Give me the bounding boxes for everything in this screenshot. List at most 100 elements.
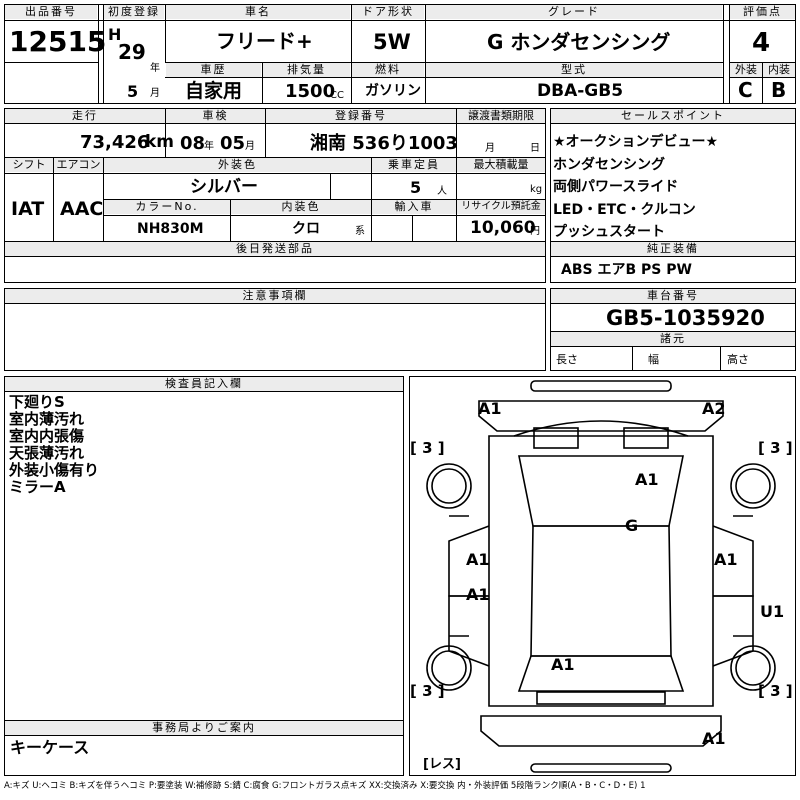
history-label: 車歴 — [166, 63, 261, 77]
sales-points-label: セールスポイント — [551, 109, 795, 123]
interior-label: 内装 — [763, 63, 795, 77]
door-type: 5W — [373, 30, 411, 54]
dims-label: 諸元 — [551, 332, 795, 346]
inspector-note: 室内内張傷 — [9, 427, 85, 445]
cautions-label: 注意事項欄 — [5, 289, 545, 303]
score: 4 — [752, 28, 771, 58]
cc-unit: CC — [330, 90, 344, 101]
inspection-label: 車検 — [166, 109, 265, 123]
lot-no-label: 出品番号 — [5, 5, 97, 19]
chassis-label: 車台番号 — [551, 289, 795, 303]
inspector-note: ミラーA — [9, 478, 66, 496]
damage-mark: A1 — [478, 399, 502, 418]
first-reg-year: 29 — [118, 40, 146, 64]
sales-point: 両側パワースライド — [553, 179, 679, 195]
inspection-year: 08 — [180, 133, 206, 154]
sales-points-list: ★オークションデビュー★ ホンダセンシング 両側パワースライド LED・ETC・… — [553, 131, 718, 244]
mileage: 73,426 — [80, 132, 150, 153]
inspection-month-unit: 月 — [245, 141, 255, 152]
sales-point: ★オークションデビュー★ — [553, 134, 719, 150]
first-reg-month: 5 — [127, 82, 139, 101]
car-name: フリード+ — [216, 29, 313, 53]
km-unit: km — [145, 132, 175, 152]
inspector-notes: 下廻りS 室内薄汚れ 室内内張傷 天張薄汚れ 外装小傷有り ミラーA — [9, 394, 99, 496]
car-diagram — [426, 380, 776, 773]
later-parts-label: 後日発送部品 — [5, 242, 545, 256]
color-no: NH830M — [137, 221, 204, 237]
inspector-note: 天張薄汚れ — [9, 444, 85, 462]
ext-color-label: 外装色 — [104, 158, 371, 172]
int-color: クロ — [292, 221, 320, 237]
tire-depth: [ 3 ] — [758, 439, 793, 457]
damage-mark: U1 — [760, 602, 785, 621]
genuine-label: 純正装備 — [551, 242, 795, 256]
recycle-label: リサイクル預託金 — [457, 200, 545, 214]
tire-depth: [ 3 ] — [758, 682, 793, 700]
grade-label: グレード — [426, 5, 722, 19]
people-unit: 人 — [437, 186, 447, 197]
shift-label: シフト — [5, 158, 53, 172]
first-reg-label: 初度登録 — [104, 5, 164, 19]
sales-point: ホンダセンシング — [553, 156, 665, 173]
reg-no-label: 登録番号 — [266, 109, 456, 123]
fuel-label: 燃料 — [352, 63, 424, 77]
transfer-month: 月 — [485, 143, 495, 154]
transfer-day: 日 — [530, 143, 540, 154]
kg-unit: kg — [530, 184, 543, 195]
inspector-label: 検査員記入欄 — [5, 377, 403, 391]
spare-tire: [レス] — [423, 757, 461, 772]
damage-mark: A1 — [551, 655, 575, 674]
int-color-label: 内装色 — [231, 200, 371, 214]
sales-point: LED・ETC・クルコン — [553, 201, 696, 218]
damage-mark: A1 — [635, 470, 659, 489]
office-note: キーケース — [10, 738, 90, 757]
inspection-year-unit: 年 — [204, 141, 214, 152]
damage-mark: A1 — [714, 550, 738, 569]
width-label: 幅 — [648, 353, 659, 366]
displacement: 1500 — [285, 81, 336, 102]
door-label: ドア形状 — [352, 5, 424, 19]
inspector-note: 下廻りS — [9, 393, 65, 411]
height-label: 高さ — [727, 353, 749, 366]
inspector-note: 外装小傷有り — [9, 461, 100, 479]
damage-mark: A1 — [466, 550, 490, 569]
ext-color: シルバー — [190, 177, 258, 197]
chassis-number: GB5-1035920 — [606, 306, 765, 330]
month-unit: 月 — [150, 88, 160, 99]
tire-depth: [ 3 ] — [410, 682, 445, 700]
recycle: 10,060 — [470, 218, 536, 238]
color-no-label: カラーNo. — [104, 200, 230, 214]
shift: IAT — [11, 198, 45, 220]
exterior-grade: C — [738, 78, 753, 102]
car-name-label: 車名 — [166, 5, 350, 19]
capacity: 5 — [410, 178, 422, 197]
fuel: ガソリン — [365, 83, 421, 99]
displacement-label: 排気量 — [263, 63, 350, 77]
history: 自家用 — [185, 80, 243, 102]
kei-unit: 系 — [355, 226, 365, 237]
grade: G ホンダセンシング — [487, 30, 671, 54]
lot-number: 12515 — [9, 25, 107, 58]
transfer-label: 譲渡書類期限 — [457, 109, 545, 123]
office-label: 事務局よりご案内 — [5, 721, 403, 735]
ac-label: エアコン — [54, 158, 103, 172]
ac: AAC — [60, 198, 104, 220]
model-label: 型式 — [426, 63, 722, 77]
capacity-label: 乗車定員 — [372, 158, 456, 172]
import-label: 輸入車 — [372, 200, 456, 214]
model: DBA-GB5 — [537, 81, 624, 101]
damage-mark: G — [625, 516, 639, 535]
reg-number: 湘南 536り1003 — [310, 133, 458, 154]
mileage-label: 走行 — [5, 109, 165, 123]
damage-mark: A1 — [466, 585, 490, 604]
yen-unit: 円 — [530, 226, 540, 237]
tire-depth: [ 3 ] — [410, 439, 445, 457]
damage-mark: A1 — [702, 729, 726, 748]
score-label: 評価点 — [730, 5, 795, 19]
damage-mark: A2 — [702, 399, 726, 418]
length-label: 長さ — [556, 353, 578, 366]
max-load-label: 最大積載量 — [457, 158, 545, 172]
legend: A:キズ U:ヘコミ B:キズを伴うヘコミ P:要塗装 W:補修跡 S:錆 C:… — [4, 781, 646, 791]
interior-grade: B — [771, 78, 787, 102]
inspection-month: 05 — [220, 133, 246, 154]
